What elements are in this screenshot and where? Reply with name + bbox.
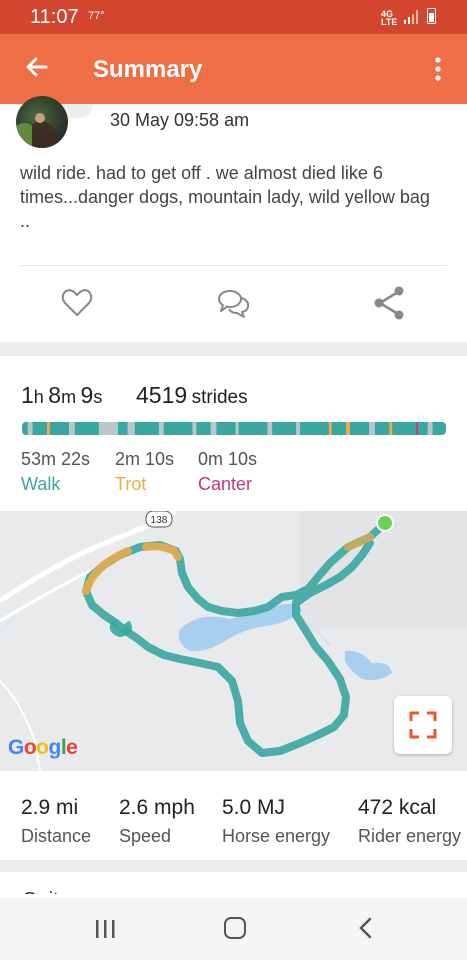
gait-segment-other <box>98 422 119 435</box>
status-bar: 11:07 77° 4G LTE <box>0 0 467 34</box>
gait-segment-walk <box>272 422 297 435</box>
app-bar: Summary <box>0 34 467 104</box>
gait-segment-walk <box>331 422 347 435</box>
gait-walk-time: 53m 22s <box>21 449 91 469</box>
gait-segment-trot <box>328 422 332 435</box>
gait-segment-other <box>69 422 76 435</box>
stat-distance: 2.9 mi Distance <box>21 796 91 847</box>
heart-icon[interactable] <box>58 284 96 322</box>
comment-icon[interactable] <box>214 284 252 322</box>
gait-segment-walk <box>49 422 70 435</box>
stat-rider-energy-value: 472 kcal <box>358 796 437 819</box>
gait-segment-walk <box>216 422 236 435</box>
divider <box>20 265 447 266</box>
next-section-title: Gaits <box>22 882 66 894</box>
gait-segment-walk <box>432 422 446 435</box>
gait-canter-time: 0m 10s <box>198 449 258 469</box>
fullscreen-button[interactable] <box>394 696 452 754</box>
system-nav-bar <box>0 898 467 960</box>
gait-segment-other <box>158 422 164 435</box>
recent-apps-icon[interactable] <box>93 918 117 940</box>
avatar[interactable] <box>16 96 68 148</box>
stat-horse-energy: 5.0 MJ Horse energy <box>222 796 330 847</box>
gait-trot: 2m 10s Trot <box>115 449 175 494</box>
stat-distance-value: 2.9 mi <box>21 796 79 819</box>
back-icon[interactable] <box>356 916 376 940</box>
gait-segment-other <box>210 422 217 435</box>
page-title: Summary <box>93 56 203 83</box>
gait-segment-other <box>267 422 273 435</box>
gait-walk: 53m 22s Walk <box>21 449 91 494</box>
share-icon[interactable] <box>370 284 408 322</box>
home-icon[interactable] <box>224 917 246 939</box>
gait-timeline-bar <box>22 422 446 435</box>
temperature: 77° <box>88 10 105 22</box>
stat-rider-energy-label: Rider energy <box>358 826 462 846</box>
ride-duration: 1h 8m 9s <box>21 382 103 408</box>
gait-segment-walk <box>392 422 417 435</box>
gait-segment-trot <box>389 422 393 435</box>
signal-icon <box>404 10 418 24</box>
fullscreen-icon <box>409 711 437 739</box>
gait-segment-canter <box>416 422 419 435</box>
google-attribution: Google <box>8 736 78 759</box>
gait-segment-walk <box>134 422 160 435</box>
gait-segment-walk <box>196 422 211 435</box>
gait-segment-walk <box>74 422 100 435</box>
gait-canter: 0m 10s Canter <box>198 449 258 494</box>
gait-walk-label: Walk <box>21 474 61 494</box>
stat-speed: 2.6 mph Speed <box>119 796 195 847</box>
clock: 11:07 <box>30 6 79 28</box>
gait-segment-walk <box>418 422 428 435</box>
gait-segment-other <box>296 422 301 435</box>
stat-rider-energy: 472 kcal Rider energy <box>358 796 461 847</box>
gait-segment-other <box>127 422 136 435</box>
gait-segment-other <box>235 422 239 435</box>
gait-segment-walk <box>300 422 330 435</box>
battery-icon <box>427 8 436 24</box>
gait-segment-walk <box>349 422 370 435</box>
gait-segment-other <box>192 422 197 435</box>
post-date: 30 May 09:58 am <box>110 110 250 130</box>
gait-segment-walk <box>374 422 390 435</box>
gait-segment-trot <box>46 422 51 435</box>
more-vertical-icon[interactable] <box>428 56 448 82</box>
gait-segment-walk <box>32 422 48 435</box>
post-text: wild ride. had to get off . we almost di… <box>20 163 430 231</box>
gait-segment-trot <box>346 422 351 435</box>
gait-segment-other <box>369 422 376 435</box>
gait-segment-walk <box>118 422 128 435</box>
network-icon: 4G LTE <box>381 9 398 27</box>
stat-speed-value: 2.6 mph <box>119 796 195 819</box>
gait-segment-other <box>427 422 433 435</box>
gait-segment-walk <box>238 422 268 435</box>
stat-horse-energy-label: Horse energy <box>222 826 331 846</box>
gait-canter-label: Canter <box>198 474 253 494</box>
stride-count: 4519 strides <box>136 382 248 408</box>
road-shield: 138 <box>151 515 168 526</box>
gait-trot-label: Trot <box>115 474 147 494</box>
arrow-left-icon[interactable] <box>22 52 52 82</box>
stat-horse-energy-value: 5.0 MJ <box>222 796 286 819</box>
stat-speed-label: Speed <box>119 826 172 846</box>
gait-segment-walk <box>22 422 28 435</box>
gait-trot-time: 2m 10s <box>115 449 175 469</box>
gait-segment-other <box>27 422 33 435</box>
gait-segment-walk <box>163 422 193 435</box>
stat-distance-label: Distance <box>21 826 92 846</box>
